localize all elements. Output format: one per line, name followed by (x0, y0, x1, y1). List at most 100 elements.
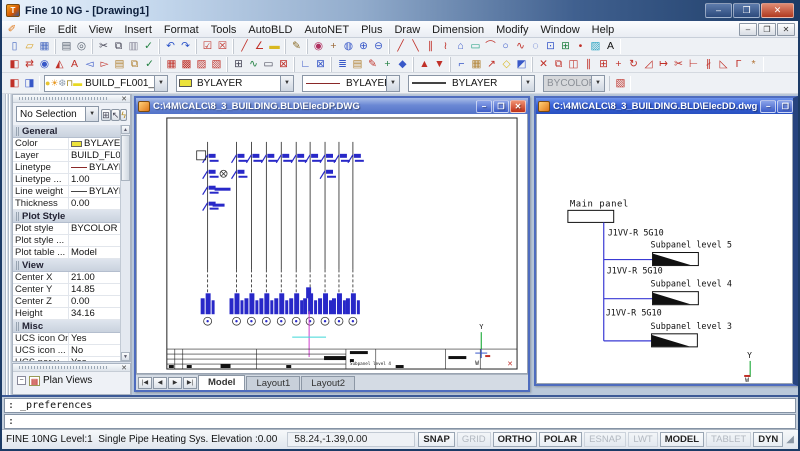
property-row-linetype-scale[interactable]: Linetype ... 1.00 (13, 174, 120, 186)
text-annotate-icon[interactable]: A (67, 57, 82, 72)
scroll-down-icon[interactable]: ▼ (121, 352, 130, 361)
toggle-value-button[interactable]: ⊞ (101, 109, 111, 121)
layer-list-icon[interactable]: ≣ (335, 57, 350, 72)
match-layer-icon[interactable]: + (380, 57, 395, 72)
maximize-button[interactable]: ❒ (733, 3, 760, 18)
menu-item-draw[interactable]: Draw (388, 23, 426, 37)
drawing-window-title-bar[interactable]: C:\4M\CALC\8_3_BUILDING.BLD\ElecDP.DWG –… (136, 98, 528, 114)
mdi-restore-button[interactable]: ❐ (758, 23, 776, 36)
erase-icon[interactable]: ✕ (536, 57, 551, 72)
axon-view-icon[interactable]: ◨ (22, 76, 37, 91)
toggle-dyn[interactable]: DYN (753, 432, 783, 447)
maximize-button[interactable]: ❒ (493, 100, 509, 113)
spline-icon[interactable]: ∿ (513, 39, 528, 54)
new-drawing-icon[interactable]: ▯ (7, 39, 22, 54)
menu-item-autobld[interactable]: AutoBLD (242, 23, 298, 37)
pick-object-button[interactable]: ↖ (111, 109, 121, 121)
plot-table-icon[interactable]: ☒ (215, 39, 230, 54)
line-icon[interactable]: ╱ (393, 39, 408, 54)
drawing-canvas-elecdp[interactable]: Subpanel level 4 Y W ✕ (136, 114, 528, 374)
property-row-plot-style[interactable]: Plot style BYCOLOR (13, 223, 120, 235)
break-icon[interactable]: ∦ (701, 57, 716, 72)
polygon-icon[interactable]: ⌂ (453, 39, 468, 54)
command-history-line[interactable]: : _preferences (4, 398, 796, 413)
chevron-down-icon[interactable]: ▼ (154, 76, 167, 91)
extend-icon[interactable]: ⊢ (686, 57, 701, 72)
make-current-icon[interactable]: ✎ (365, 57, 380, 72)
close-button[interactable]: ✕ (510, 100, 526, 113)
toggle-model[interactable]: MODEL (660, 432, 704, 447)
arc-icon[interactable]: ⌒ (483, 39, 498, 54)
property-row-center-x[interactable]: Center X 21.00 (13, 272, 120, 284)
mdi-close-button[interactable]: ✕ (777, 23, 795, 36)
palette-grip[interactable] (19, 366, 107, 369)
level-down-icon[interactable]: ▼ (432, 57, 447, 72)
open-drawing-icon[interactable]: ▱ (22, 39, 37, 54)
plan-views-item[interactable]: − ▦ Plan Views (13, 372, 130, 389)
menu-item-view[interactable]: View (83, 23, 119, 37)
property-row-plot-table[interactable]: Plot table ... Model (13, 247, 120, 259)
resize-grip-icon[interactable]: ◢ (786, 434, 794, 445)
menu-item-modify[interactable]: Modify (490, 23, 534, 37)
offset-icon[interactable]: ∥ (581, 57, 596, 72)
ellipse-icon[interactable]: ◌ (528, 39, 543, 54)
ucs-dialog-icon[interactable]: ⊠ (313, 57, 328, 72)
maximize-button[interactable]: ❐ (777, 100, 793, 113)
menu-item-window[interactable]: Window (535, 23, 586, 37)
selection-combo[interactable]: No Selection ▼ (16, 106, 99, 122)
zoom-realtime-icon[interactable]: ◉ (311, 39, 326, 54)
rectangle-icon[interactable]: ▭ (468, 39, 483, 54)
chevron-down-icon[interactable]: ▼ (521, 76, 534, 91)
scroll-up-icon[interactable]: ▲ (121, 125, 130, 134)
sketch-icon[interactable]: ✎ (289, 39, 304, 54)
array-icon[interactable]: ⊞ (596, 57, 611, 72)
template-icon[interactable]: ▤ (112, 57, 127, 72)
undo-icon[interactable]: ↶ (163, 39, 178, 54)
plot-stamp-icon[interactable]: ☑ (200, 39, 215, 54)
scrollbar-thumb[interactable] (121, 135, 130, 181)
toggle-snap[interactable]: SNAP (418, 432, 454, 447)
linetype-combo[interactable]: BYLAYER ▼ (302, 75, 400, 92)
drawing-canvas-elecdd[interactable]: Main panel J1VV-R 5G10 Subpanel level 5 … (536, 114, 793, 384)
menu-item-file[interactable]: File (22, 23, 52, 37)
make-block-icon[interactable]: ⊞ (558, 39, 573, 54)
command-input-line[interactable]: : (4, 414, 796, 429)
polyline-icon[interactable]: ≀ (438, 39, 453, 54)
text-icon[interactable]: A (603, 39, 618, 54)
first-tab-button[interactable]: |◀ (138, 377, 152, 389)
circle-icon[interactable]: ○ (498, 39, 513, 54)
palette-scrollbar[interactable]: ▲ ▼ (120, 125, 130, 361)
dim-style-icon[interactable]: ⌐ (454, 57, 469, 72)
point-icon[interactable]: • (573, 39, 588, 54)
section-misc[interactable]: Misc (13, 320, 120, 333)
palette-header[interactable]: ✕ (13, 364, 130, 372)
pan-icon[interactable]: + (326, 39, 341, 54)
print-icon[interactable]: ▤ (59, 39, 74, 54)
palette-close-icon[interactable]: ✕ (121, 364, 130, 372)
building-floor-icon[interactable]: ◧ (7, 57, 22, 72)
fillet-icon[interactable]: Γ (731, 57, 746, 72)
explode-icon[interactable]: * (746, 57, 761, 72)
mdi-minimize-button[interactable]: – (739, 23, 757, 36)
toggle-grid[interactable]: GRID (457, 432, 491, 447)
hatch-region-icon[interactable]: ▨ (194, 57, 209, 72)
plan-view-icon[interactable]: ◧ (7, 76, 22, 91)
area-icon[interactable]: ▬ (267, 39, 282, 54)
zoom-drawing-icon[interactable]: ◉ (37, 57, 52, 72)
hatch-boundary-icon[interactable]: ▦ (164, 57, 179, 72)
menu-item-plus[interactable]: Plus (355, 23, 388, 37)
section-general[interactable]: General (13, 125, 120, 138)
property-row-linetype[interactable]: Linetype BYLAYER (13, 162, 120, 174)
quick-select-button[interactable]: ϟ (120, 109, 127, 121)
menu-item-insert[interactable]: Insert (118, 23, 158, 37)
toggle-lwt[interactable]: LWT (628, 432, 657, 447)
angle-icon[interactable]: ∠ (252, 39, 267, 54)
stretch-icon[interactable]: ↦ (656, 57, 671, 72)
property-row-lineweight[interactable]: Line weight BYLAYER (13, 186, 120, 198)
rotate-icon[interactable]: ↻ (626, 57, 641, 72)
minimize-button[interactable]: – (705, 3, 732, 18)
hatch-solid-icon[interactable]: ▧ (209, 57, 224, 72)
menu-item-autonet[interactable]: AutoNET (298, 23, 355, 37)
toggle-polar[interactable]: POLAR (539, 432, 582, 447)
property-row-ucs-icon-origin[interactable]: UCS icon ... No (13, 345, 120, 357)
